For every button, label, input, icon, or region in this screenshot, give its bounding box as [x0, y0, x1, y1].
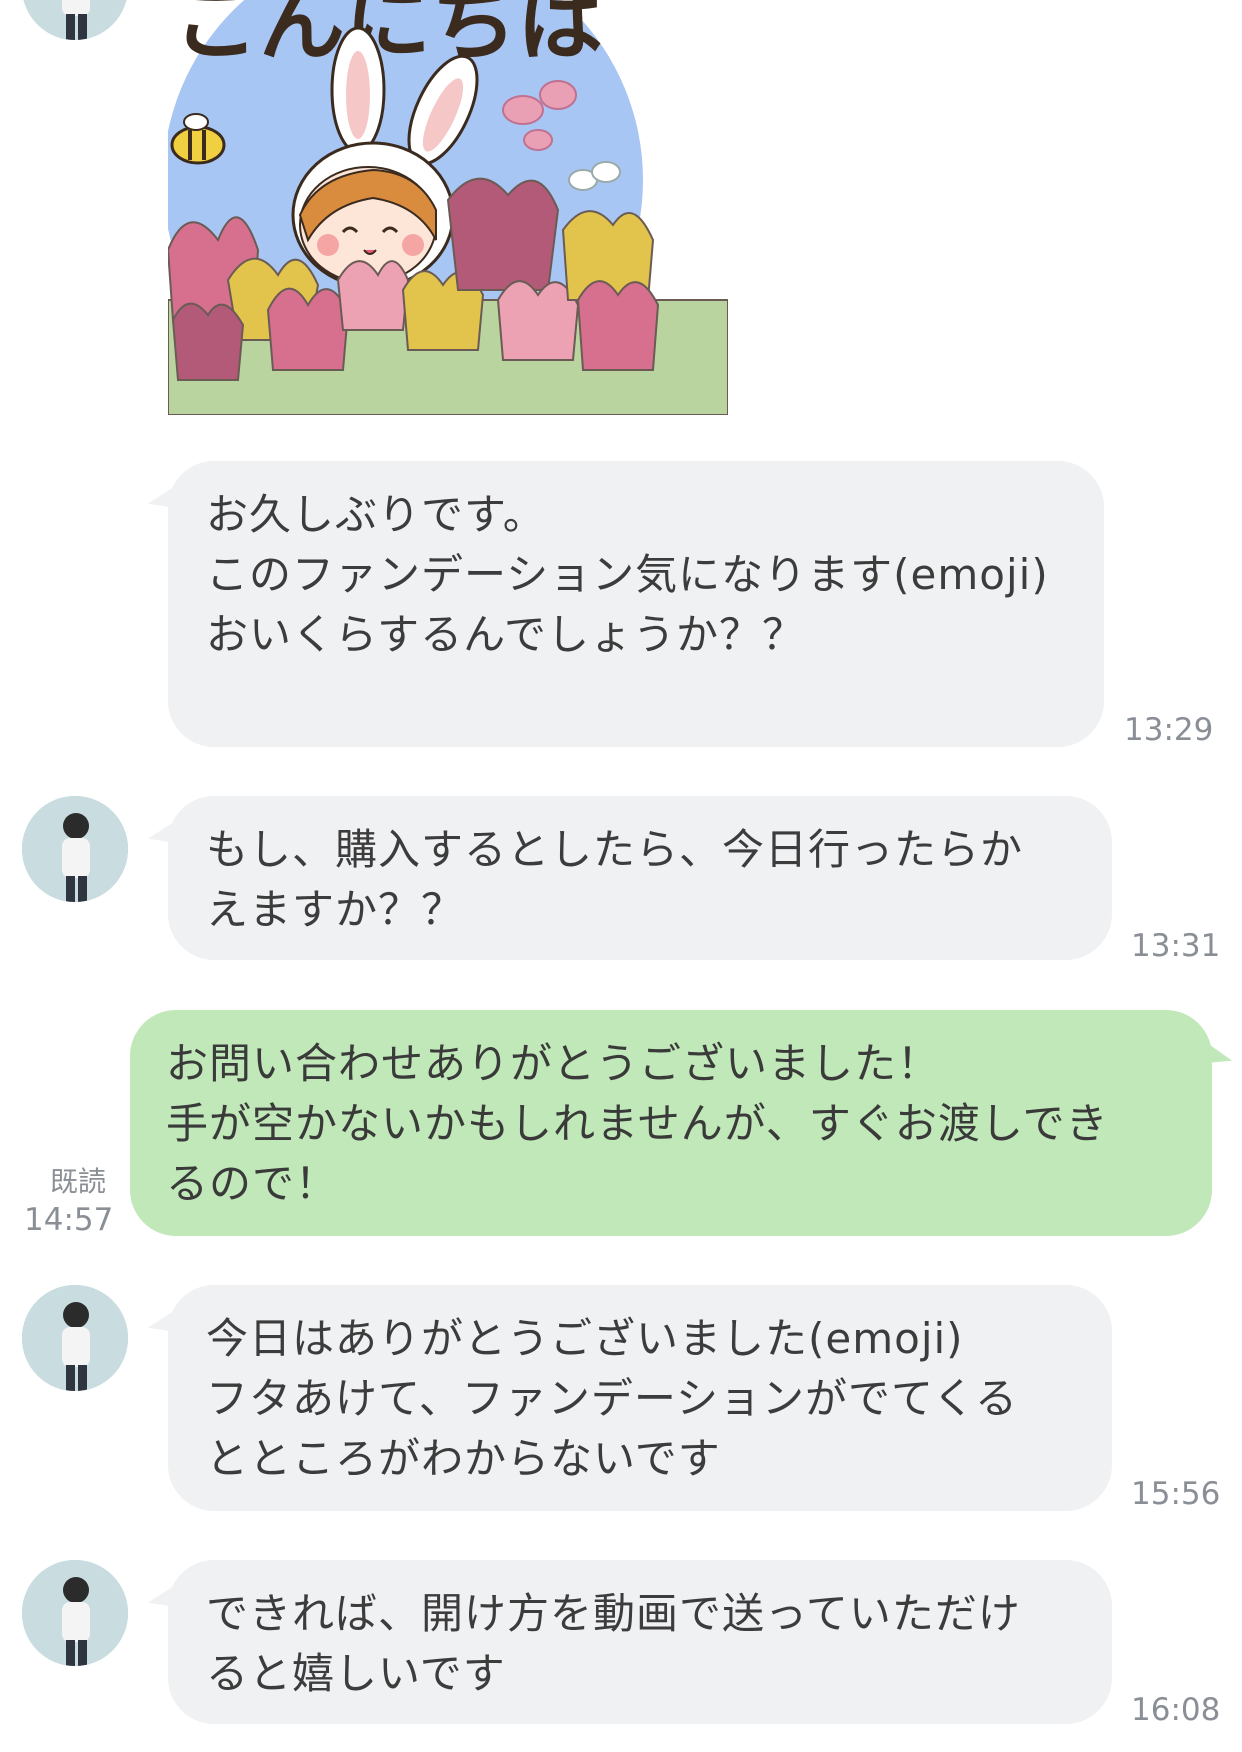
- contact-avatar[interactable]: [22, 1285, 128, 1391]
- avatar-photo-icon: [22, 1285, 128, 1391]
- message-time: 14:57: [24, 1202, 114, 1238]
- incoming-message-bubble[interactable]: 今日はありがとうございました(emoji) フタあけて、ファンデーションがでてく…: [168, 1285, 1112, 1511]
- incoming-message-bubble[interactable]: もし、購入するとしたら、今日行ったらか えますか？？: [168, 796, 1112, 960]
- outgoing-message-bubble[interactable]: お問い合わせありがとうございました！ 手が空かないかもしれませんが、すぐお渡しで…: [130, 1010, 1212, 1236]
- message-time: 13:29: [1124, 712, 1214, 748]
- contact-avatar[interactable]: [22, 796, 128, 902]
- message-time: 15:56: [1131, 1476, 1221, 1512]
- avatar-photo-icon: [22, 796, 128, 902]
- incoming-message-bubble[interactable]: お久しぶりです。 このファンデーション気になります(emoji) おいくらするん…: [168, 461, 1104, 747]
- avatar-photo-icon: [22, 1560, 128, 1666]
- contact-avatar[interactable]: [22, 0, 128, 40]
- read-receipt: 既読: [49, 1165, 106, 1198]
- message-time: 13:31: [1131, 928, 1221, 964]
- message-time: 16:08: [1131, 1692, 1221, 1728]
- sticker-text: こんにちは: [173, 0, 603, 73]
- avatar-photo-icon: [22, 0, 128, 40]
- incoming-message-bubble[interactable]: できれば、開け方を動画で送っていただけ ると嬉しいです: [168, 1560, 1112, 1724]
- sticker-bunny-girl-icon: こんにちは: [163, 0, 729, 420]
- greeting-sticker[interactable]: こんにちは: [163, 0, 729, 420]
- contact-avatar[interactable]: [22, 1560, 128, 1666]
